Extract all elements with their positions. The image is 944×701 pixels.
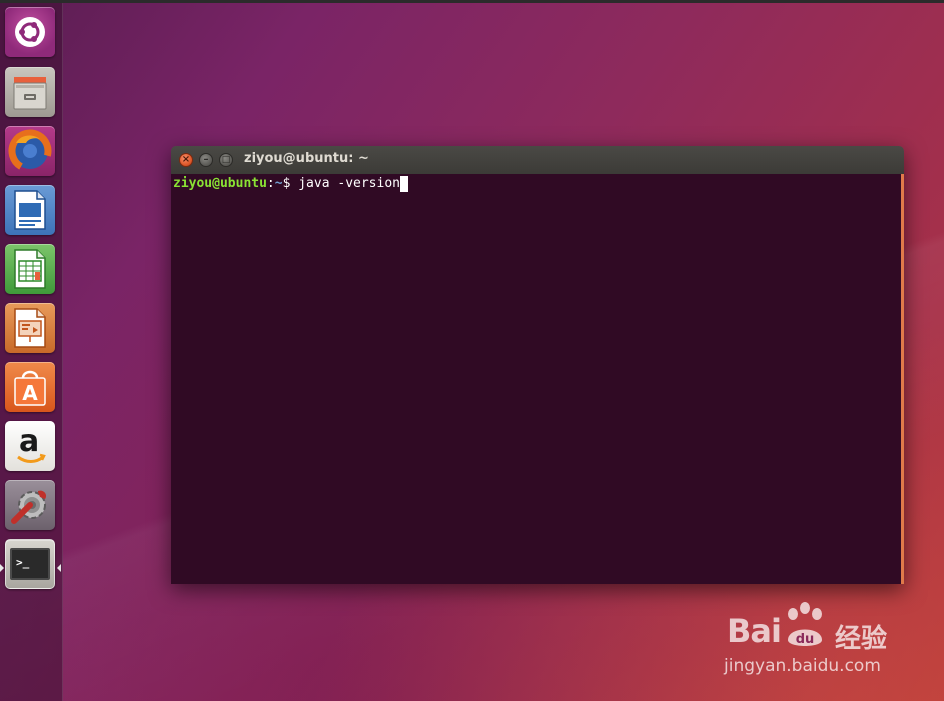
launcher-item-files[interactable] bbox=[5, 67, 55, 117]
launcher-item-software[interactable]: A bbox=[5, 362, 55, 412]
prompt-symbol: $ bbox=[282, 176, 299, 191]
active-indicator-right bbox=[57, 564, 61, 572]
watermark-brand-bai: Bai bbox=[727, 612, 782, 650]
ubuntu-logo-icon bbox=[15, 17, 45, 47]
launcher-item-firefox[interactable] bbox=[5, 126, 55, 176]
close-button[interactable]: × bbox=[179, 153, 193, 167]
baidu-jingyan-watermark: Bai du 经验 jingyan.baidu.com bbox=[722, 598, 922, 688]
prompt-user: ziyou@ubuntu bbox=[173, 176, 267, 191]
watermark-url: jingyan.baidu.com bbox=[724, 656, 881, 676]
launcher-item-settings[interactable] bbox=[5, 480, 55, 530]
launcher-item-impress[interactable] bbox=[5, 303, 55, 353]
launcher-item-calc[interactable] bbox=[5, 244, 55, 294]
maximize-button[interactable]: □ bbox=[219, 153, 233, 167]
amazon-smile-icon bbox=[17, 453, 46, 463]
watermark-brand-cn: 经验 bbox=[835, 624, 888, 654]
terminal-window[interactable]: × – □ ziyou@ubuntu: ~ ziyou@ubuntu:~$ ja… bbox=[171, 146, 904, 584]
svg-text:A: A bbox=[22, 381, 38, 405]
close-icon: × bbox=[181, 154, 191, 165]
launcher-item-amazon[interactable]: a bbox=[5, 421, 55, 471]
impress-presentation-icon bbox=[14, 308, 46, 348]
minimize-button[interactable]: – bbox=[199, 153, 213, 167]
file-cabinet-icon bbox=[13, 77, 47, 110]
launcher-item-dash[interactable] bbox=[5, 7, 55, 57]
firefox-icon bbox=[8, 129, 52, 173]
terminal-output[interactable]: ziyou@ubuntu:~$ java -version bbox=[171, 174, 904, 584]
launcher-item-terminal[interactable]: >_ bbox=[5, 539, 55, 589]
prompt-separator: : bbox=[266, 176, 275, 191]
writer-document-icon bbox=[14, 190, 46, 230]
wrench-gear-icon bbox=[11, 490, 47, 524]
maximize-icon: □ bbox=[221, 155, 231, 165]
terminal-icon: >_ bbox=[10, 548, 50, 580]
baidu-paw-icon: du bbox=[788, 602, 822, 647]
launcher-item-writer[interactable] bbox=[5, 185, 55, 235]
window-titlebar[interactable]: × – □ ziyou@ubuntu: ~ bbox=[171, 146, 904, 175]
software-center-bag-icon: A bbox=[14, 370, 46, 406]
window-title: ziyou@ubuntu: ~ bbox=[244, 151, 369, 166]
command-text[interactable]: java -version bbox=[298, 176, 400, 191]
unity-launcher: A a >_ bbox=[0, 3, 63, 701]
watermark-brand-du: du bbox=[796, 632, 815, 647]
amazon-logo-icon: a bbox=[10, 424, 50, 466]
minimize-icon: – bbox=[203, 154, 209, 165]
active-indicator-left bbox=[0, 564, 4, 572]
terminal-line: ziyou@ubuntu:~$ java -version bbox=[173, 176, 902, 192]
text-cursor bbox=[399, 176, 408, 192]
calc-spreadsheet-icon bbox=[14, 249, 46, 289]
terminal-icon-glyph: >_ bbox=[16, 556, 30, 569]
top-panel bbox=[0, 0, 944, 3]
prompt-path: ~ bbox=[274, 176, 283, 191]
window-right-edge bbox=[901, 174, 904, 584]
